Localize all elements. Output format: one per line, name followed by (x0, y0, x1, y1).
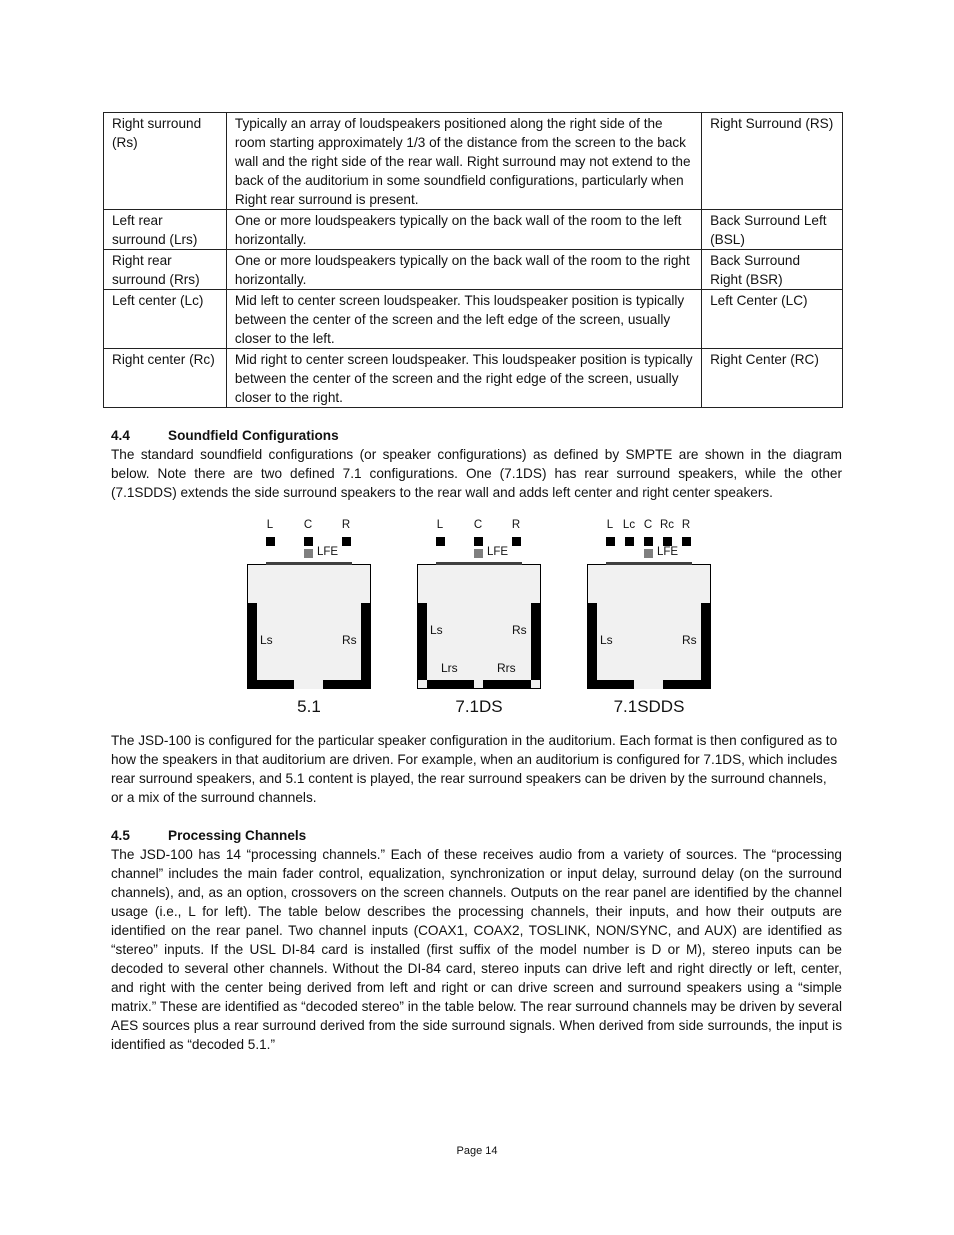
format-label: 7.1SDDS (613, 697, 685, 716)
room (587, 564, 711, 689)
description-cell: One or more loudspeakers typically on th… (225, 209, 703, 250)
section-number: 4.4 (111, 428, 130, 443)
lfe-label: LFE (657, 546, 679, 558)
left-rear-surround-wall (427, 680, 474, 689)
diagram-7-1ds: L C R LFE Ls Rs Lrs Rrs 7.1DS (417, 515, 547, 725)
left-surround-wall (247, 603, 257, 689)
smpte-name-cell: Left Center (LC) (701, 289, 843, 349)
description-cell: Mid left to center screen loudspeaker. T… (225, 289, 703, 349)
table-row: Right rear surround (Rrs) One or more lou… (103, 249, 843, 290)
speaker-r (512, 537, 521, 546)
rrs-label: Rrs (497, 661, 516, 675)
rear-wall-gap (634, 680, 663, 689)
table-row: Right surround (Rs) Typically an array of… (103, 112, 843, 210)
room (247, 564, 371, 689)
screen (436, 562, 522, 565)
format-label: 5.1 (297, 697, 321, 716)
speaker-label-c: C (303, 519, 313, 531)
smpte-name-cell: Back Surround Left (BSL) (701, 209, 843, 250)
speaker-label-c: C (473, 519, 483, 531)
right-surround-wall (361, 603, 371, 689)
channel-name-cell: Right surround (Rs) (103, 112, 227, 210)
table-row: Right center (Rc) Mid right to center scr… (103, 348, 843, 408)
diagram-7-1sdds: L Lc C Rc R LFE Ls Rs 7.1SDDS (587, 515, 717, 725)
channel-name-cell: Left center (Lc) (103, 289, 227, 349)
right-surround-wall (701, 603, 711, 689)
page-number: Page 14 (456, 1145, 498, 1157)
section-heading-4-4: 4.4 Soundfield Configurations (111, 426, 339, 445)
speaker-r (342, 537, 351, 546)
smpte-name-cell: Right Surround (RS) (701, 112, 843, 210)
table-row: Left center (Lc) Mid left to center scree… (103, 289, 843, 349)
ls-label: Ls (260, 633, 273, 647)
rs-label: Rs (682, 633, 697, 647)
section-4-5-body: The JSD-100 has 14 “processing channels.… (111, 847, 842, 1052)
left-surround-wall (587, 603, 597, 689)
left-surround-wall (417, 603, 427, 680)
table-row: Left rear surround (Lrs) One or more loud… (103, 209, 843, 250)
channel-name-cell: Right center (Rc) (103, 348, 227, 408)
screen (606, 562, 692, 565)
speaker-label-lc: Lc (622, 519, 636, 531)
section-title: Soundfield Configurations (168, 428, 339, 443)
speaker-label-r: R (511, 519, 521, 531)
speaker-label-rc: Rc (659, 519, 675, 531)
right-rear-surround-wall (483, 680, 531, 689)
section-4-4-body: The standard soundfield configurations (… (111, 447, 842, 500)
smpte-name-cell: Back Surround Right (BSR) (701, 249, 843, 290)
description-cell: One or more loudspeakers typically on th… (225, 249, 703, 290)
format-label: 7.1DS (455, 697, 503, 716)
speaker-label-l: L (606, 519, 614, 531)
channel-name-cell: Right rear surround (Rrs) (103, 249, 227, 290)
description-cell: Typically an array of loudspeakers posit… (225, 112, 703, 210)
lfe-speaker (474, 549, 483, 558)
smpte-name-cell: Right Center (RC) (701, 348, 843, 408)
lfe-speaker (304, 549, 313, 558)
section-title: Processing Channels (168, 828, 307, 843)
speaker-label-r: R (341, 519, 351, 531)
document-page: Right surround (Rs) Typically an array of… (0, 0, 954, 1235)
section-number: 4.5 (111, 828, 130, 843)
channel-definitions-table: Right surround (Rs) Typically an array of… (103, 112, 843, 408)
lfe-label: LFE (317, 546, 339, 558)
config-paragraph: The JSD-100 is configured for the partic… (111, 733, 838, 805)
speaker-label-l: L (266, 519, 274, 531)
right-surround-wall (531, 603, 541, 680)
speaker-l (606, 537, 615, 546)
diagram-5-1: L C R LFE Ls Rs 5.1 (247, 515, 377, 725)
ls-label: Ls (430, 623, 443, 637)
speaker-c (644, 537, 653, 546)
speaker-label-c: C (643, 519, 653, 531)
speaker-c (474, 537, 483, 546)
speaker-rc (663, 537, 672, 546)
lfe-label: LFE (487, 546, 509, 558)
lrs-label: Lrs (441, 661, 458, 675)
channel-name-cell: Left rear surround (Lrs) (103, 209, 227, 250)
speaker-label-r: R (681, 519, 691, 531)
rs-label: Rs (342, 633, 357, 647)
rear-wall-gap (294, 680, 323, 689)
lfe-speaker (644, 549, 653, 558)
speaker-r (682, 537, 691, 546)
rs-label: Rs (512, 623, 527, 637)
speaker-l (266, 537, 275, 546)
speaker-lc (625, 537, 634, 546)
description-cell: Mid right to center screen loudspeaker. … (225, 348, 703, 408)
screen (266, 562, 352, 565)
speaker-l (436, 537, 445, 546)
speaker-label-l: L (436, 519, 444, 531)
section-heading-4-5: 4.5 Processing Channels (111, 826, 306, 845)
ls-label: Ls (600, 633, 613, 647)
speaker-c (304, 537, 313, 546)
